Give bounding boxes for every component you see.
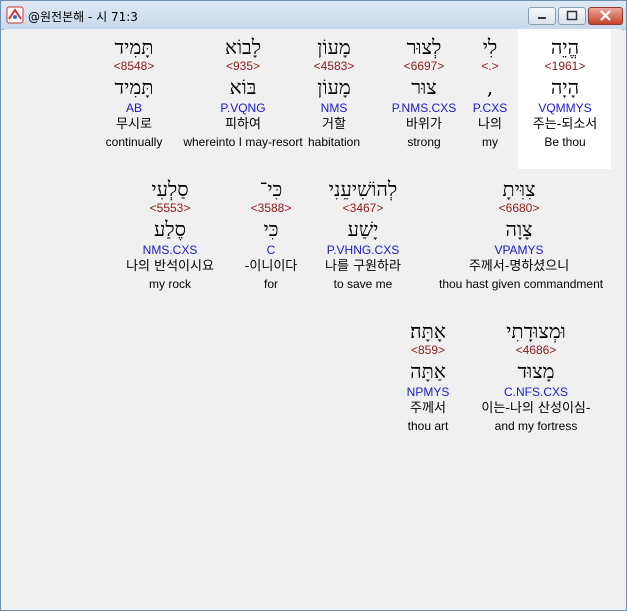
title-bar[interactable]: @원전본해 - 시 71:3 [1,1,626,30]
word-cell[interactable]: אָתָּה׃ <859> אַתָּה NPMYS 주께서 thou art [353,319,503,433]
minimize-button[interactable] [528,7,556,25]
english-gloss: thou art [407,419,449,433]
english-gloss: thou hast given commandment [439,277,604,291]
hebrew-lemma: צָוָה [505,217,533,241]
strong-number[interactable]: <5553> [95,201,245,217]
english-gloss: my rock [149,277,191,291]
hebrew-word: תָּמִיד [114,35,154,59]
morphology-code[interactable]: AB [59,101,209,117]
minimize-icon [538,17,546,19]
morphology-code[interactable]: NPMYS [353,385,503,401]
app-window: @원전본해 - 시 71:3 הֱיֵה <1961> הָיָה VQMMYS… [0,0,627,611]
hebrew-word: אָתָּה׃ [410,319,446,343]
hebrew-lemma: תָּמִיד [114,75,154,99]
korean-gloss: 주께서-명하셨으니 [468,259,570,274]
hebrew-word: צִוִּיתָ [502,177,536,201]
word-cell[interactable]: סַלְעִי <5553> סֶלַע NMS.CXS 나의 반석이시요 my… [95,177,245,291]
hebrew-lemma: אַתָּה [410,359,446,383]
interlinear-view[interactable]: הֱיֵה <1961> הָיָה VQMMYS 주는-되소서 Be thou… [5,29,622,606]
hebrew-word: סַלְעִי [151,177,189,201]
morphology-code[interactable]: NMS.CXS [95,243,245,259]
word-cell[interactable]: תָּמִיד <8548> תָּמִיד AB 무시로 continuall… [59,35,209,149]
strong-number[interactable]: <8548> [59,59,209,75]
morphology-code[interactable]: VPAMYS [439,243,599,259]
window-title: @원전본해 - 시 71:3 [28,10,138,24]
word-cell[interactable]: צִוִּיתָ <6680> צָוָה VPAMYS 주께서-명하셨으니 t… [439,177,604,291]
app-icon[interactable] [6,6,24,24]
close-icon [600,10,611,21]
hebrew-lemma: סֶלַע [153,217,187,241]
korean-gloss: 무시로 [116,117,152,132]
maximize-icon [566,10,578,21]
korean-gloss: 나의 반석이시요 [126,259,214,274]
strong-number[interactable]: <6680> [439,201,599,217]
maximize-button[interactable] [558,7,586,25]
english-gloss: continually [105,135,163,149]
korean-gloss: 주께서 [410,401,446,416]
close-button[interactable] [588,7,623,25]
strong-number[interactable]: <859> [353,343,503,359]
